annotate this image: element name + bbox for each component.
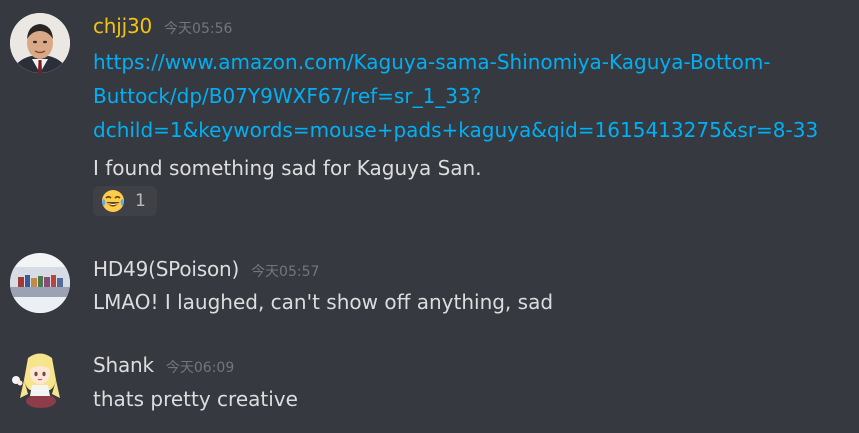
message-link[interactable]: https://www.amazon.com/Kaguya-sama-Shino…	[93, 45, 771, 79]
joy-emoji-icon	[102, 190, 124, 212]
user-avatar[interactable]	[10, 253, 70, 313]
message-text: thats pretty creative	[93, 387, 298, 411]
user-avatar[interactable]	[10, 350, 70, 410]
message-text: LMAO! I laughed, can't show off anything…	[93, 290, 554, 314]
anime-girl-avatar-icon	[12, 353, 60, 408]
username[interactable]: HD49(SPoison)	[93, 257, 239, 281]
message-text: I found something sad for Kaguya San.	[93, 156, 482, 180]
message-timestamp: 今天05:57	[251, 264, 320, 280]
username[interactable]: Shank	[93, 353, 154, 377]
message-link[interactable]: Buttock/dp/B07Y9WXF67/ref=sr_1_33?	[93, 79, 481, 113]
message-timestamp: 今天06:09	[165, 360, 235, 376]
message-timestamp: 今天05:56	[164, 21, 233, 37]
message-link[interactable]: dchild=1&keywords=mouse+pads+kaguya&qid=…	[93, 113, 818, 147]
user-avatar[interactable]	[10, 13, 70, 73]
man-portrait-avatar-icon	[10, 13, 70, 73]
reaction-button[interactable]: 1	[93, 186, 157, 216]
mural-photo-avatar-icon	[10, 253, 70, 313]
reaction-count: 1	[135, 191, 146, 211]
username[interactable]: chjj30	[93, 14, 152, 38]
